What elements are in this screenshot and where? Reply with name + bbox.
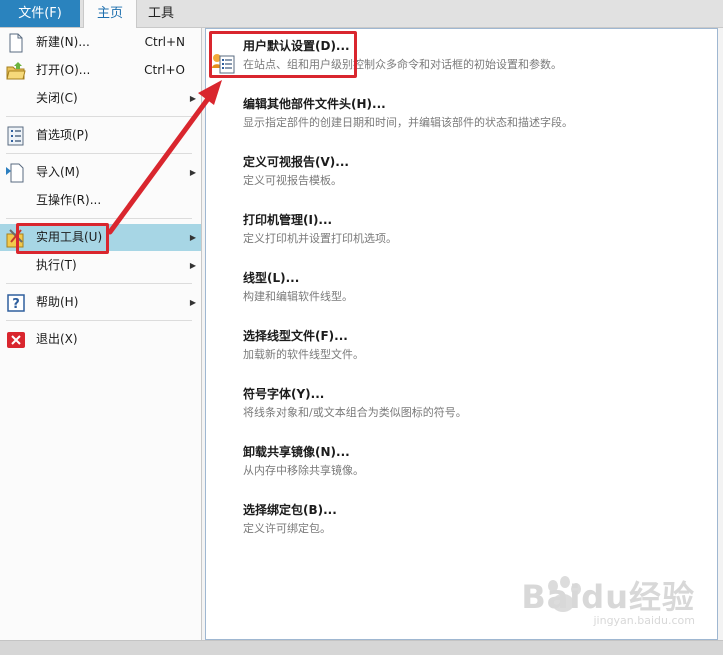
menu-item-open[interactable]: 打开(O)... Ctrl+O <box>0 57 201 84</box>
preferences-icon <box>7 126 24 146</box>
submenu-arrow-icon: ▶ <box>189 168 196 177</box>
tab-home[interactable]: 主页 <box>83 0 137 28</box>
annotation-highlight-user-defaults <box>209 31 357 78</box>
submenu-item-desc: 定义打印机并设置打印机选项。 <box>243 232 397 245</box>
utilities-submenu: 用户默认设置(D)... 在站点、组和用户级别控制众多命令和对话框的初始设置和参… <box>205 28 718 640</box>
menu-item-label: 关闭(C) <box>36 91 78 105</box>
submenu-item-title: 定义可视报告(V)... <box>243 155 349 169</box>
submenu-item-desc: 定义可视报告模板。 <box>243 174 342 187</box>
submenu-arrow-icon: ▶ <box>189 233 196 242</box>
submenu-item-symbol-fonts[interactable]: 符号字体(Y)... 将线条对象和/或文本组合为类似图标的符号。 <box>243 386 713 421</box>
submenu-arrow-icon: ▶ <box>189 94 196 103</box>
submenu-item-desc: 将线条对象和/或文本组合为类似图标的符号。 <box>243 406 467 419</box>
submenu-item-title: 编辑其他部件文件头(H)... <box>243 97 386 111</box>
submenu-item-title: 线型(L)... <box>243 271 300 285</box>
submenu-item-desc: 从内存中移除共享镜像。 <box>243 464 364 477</box>
submenu-item-unload-shared-image[interactable]: 卸载共享镜像(N)... 从内存中移除共享镜像。 <box>243 444 713 479</box>
submenu-item-printer-admin[interactable]: 打印机管理(I)... 定义打印机并设置打印机选项。 <box>243 212 713 247</box>
submenu-item-edit-part-header[interactable]: 编辑其他部件文件头(H)... 显示指定部件的创建日期和时间，并编辑该部件的状态… <box>243 96 713 131</box>
status-bar <box>0 640 723 655</box>
menu-item-close[interactable]: 关闭(C) ▶ <box>0 85 201 112</box>
annotation-highlight-utilities <box>16 223 109 254</box>
menu-item-exit[interactable]: 退出(X) <box>0 326 201 353</box>
menu-separator <box>6 153 192 154</box>
menu-item-label: 退出(X) <box>36 332 78 346</box>
tab-file[interactable]: 文件(F) <box>0 0 80 27</box>
submenu-item-desc: 加载新的软件线型文件。 <box>243 348 364 361</box>
submenu-item-desc: 构建和编辑软件线型。 <box>243 290 353 303</box>
menu-item-execute[interactable]: 执行(T) ▶ <box>0 252 201 279</box>
submenu-arrow-icon: ▶ <box>189 298 196 307</box>
submenu-item-title: 打印机管理(I)... <box>243 213 333 227</box>
submenu-item-define-visual-report[interactable]: 定义可视报告(V)... 定义可视报告模板。 <box>243 154 713 189</box>
watermark-brand: Baidu经验 <box>521 578 695 616</box>
submenu-item-desc: 显示指定部件的创建日期和时间，并编辑该部件的状态和描述字段。 <box>243 116 573 129</box>
menu-item-interop[interactable]: 互操作(R)... <box>0 187 201 214</box>
submenu-item-select-line-font-file[interactable]: 选择线型文件(F)... 加载新的软件线型文件。 <box>243 328 713 363</box>
menu-item-preferences[interactable]: 首选项(P) <box>0 122 201 149</box>
tab-tools[interactable]: 工具 <box>135 0 187 27</box>
menu-item-help[interactable]: ? 帮助(H) ▶ <box>0 289 201 316</box>
import-icon <box>6 163 24 183</box>
submenu-arrow-icon: ▶ <box>189 261 196 270</box>
new-document-icon <box>9 33 23 53</box>
menu-item-label: 互操作(R)... <box>36 193 102 207</box>
help-icon: ? <box>7 294 25 312</box>
menu-separator <box>6 320 192 321</box>
menu-item-shortcut: Ctrl+N <box>144 35 185 49</box>
open-folder-icon <box>6 62 26 80</box>
submenu-item-title: 选择绑定包(B)... <box>243 503 337 517</box>
watermark: Baidu经验 jingyan.baidu.com <box>521 572 695 627</box>
file-menu: 新建(N)... Ctrl+N 打开(O)... Ctrl+O 关闭(C) ▶ … <box>0 28 202 640</box>
menu-item-label: 帮助(H) <box>36 295 79 309</box>
submenu-item-desc: 定义许可绑定包。 <box>243 522 331 535</box>
exit-icon <box>7 332 25 348</box>
menu-item-label: 执行(T) <box>36 258 77 272</box>
submenu-item-title: 选择线型文件(F)... <box>243 329 348 343</box>
menu-separator <box>6 283 192 284</box>
menu-separator <box>6 116 192 117</box>
submenu-item-title: 卸载共享镜像(N)... <box>243 445 350 459</box>
svg-text:?: ? <box>12 297 20 312</box>
menu-item-label: 首选项(P) <box>36 128 89 142</box>
menu-item-label: 打开(O)... <box>36 63 91 77</box>
ribbon-tab-bar: 文件(F) 主页 工具 <box>0 0 723 28</box>
menu-separator <box>6 218 192 219</box>
menu-item-label: 新建(N)... <box>36 35 90 49</box>
submenu-item-title: 符号字体(Y)... <box>243 387 325 401</box>
menu-item-import[interactable]: 导入(M) ▶ <box>0 159 201 186</box>
submenu-item-line-fonts[interactable]: 线型(L)... 构建和编辑软件线型。 <box>243 270 713 305</box>
menu-item-label: 导入(M) <box>36 165 80 179</box>
menu-item-shortcut: Ctrl+O <box>144 63 185 77</box>
menu-item-new[interactable]: 新建(N)... Ctrl+N <box>0 29 201 56</box>
submenu-item-select-bundle[interactable]: 选择绑定包(B)... 定义许可绑定包。 <box>243 502 713 537</box>
